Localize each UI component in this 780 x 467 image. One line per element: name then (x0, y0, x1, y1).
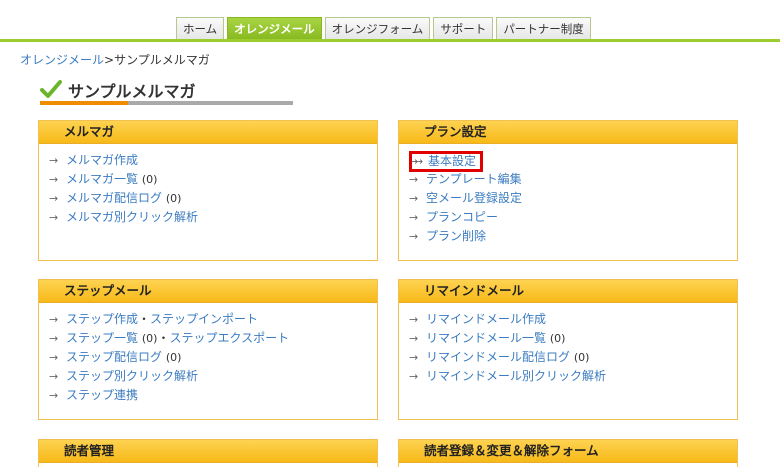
link-mailmag-list[interactable]: メルマガ一覧 (66, 172, 138, 186)
panel-forms-title: 読者登録＆変更＆解除フォーム (399, 440, 737, 463)
link-remind-click[interactable]: リマインドメール別クリック解析 (426, 369, 606, 383)
breadcrumb-current: サンプルメルマガ (114, 53, 210, 67)
list-item: → メルマガ一覧 (0) (49, 170, 377, 189)
tab-orange-form[interactable]: オレンジフォーム (324, 17, 431, 40)
list-item: → ステップ配信ログ (0) (49, 348, 377, 367)
list-item: → プランコピー (409, 208, 737, 227)
link-step-click[interactable]: ステップ別クリック解析 (66, 369, 198, 383)
link-remind-list[interactable]: リマインドメール一覧 (426, 331, 546, 345)
tab-home[interactable]: ホーム (176, 17, 225, 40)
arrow-icon: → (409, 173, 419, 186)
link-plan-delete[interactable]: プラン削除 (426, 229, 486, 243)
list-item: → プラン削除 (409, 227, 737, 246)
link-mailmag-log[interactable]: メルマガ配信ログ (66, 191, 162, 205)
list-item: → ステップ一覧 (0)・ステップエクスポート (49, 329, 377, 348)
breadcrumb: オレンジメール>サンプルメルマガ (20, 51, 210, 68)
nav-underline (0, 39, 780, 42)
nav-tabs: ホーム オレンジメール オレンジフォーム サポート パートナー制度 (176, 17, 591, 40)
arrow-icon: → (409, 370, 419, 383)
list-item: → ステップ別クリック解析 (49, 367, 377, 386)
arrow-icon: → (49, 313, 59, 326)
link-step-link[interactable]: ステップ連携 (66, 388, 138, 402)
list-item: → 空メール登録設定 (409, 189, 737, 208)
separator: ・ (157, 331, 170, 345)
link-mailmag-click[interactable]: メルマガ別クリック解析 (66, 210, 198, 224)
link-step-log[interactable]: ステップ配信ログ (66, 350, 162, 364)
link-plan-basic-settings[interactable]: 基本設定 (428, 154, 476, 168)
panel-mailmag-title: メルマガ (39, 121, 377, 144)
list-item: → メルマガ別クリック解析 (49, 208, 377, 227)
arrow-icon: → (409, 211, 419, 224)
panel-remind-title: リマインドメール (399, 280, 737, 303)
panel-plan: プラン設定 →→ 基本設定 → テンプレート編集 → 空メール登録設定 → プランコピー… (398, 120, 738, 261)
panel-forms: 読者登録＆変更＆解除フォーム (398, 439, 738, 467)
breadcrumb-root-link[interactable]: オレンジメール (20, 53, 104, 67)
arrow-icon: → (49, 332, 59, 345)
arrow-icon: → (49, 192, 59, 205)
arrow-icon: → (49, 351, 59, 364)
arrow-icon: → (49, 370, 59, 383)
arrow-icon: → (49, 389, 59, 402)
count-badge: (0) (165, 192, 182, 205)
panel-mailmag: メルマガ → メルマガ作成 → メルマガ一覧 (0) → メルマガ配信ログ (0) →… (38, 120, 378, 261)
list-item: → リマインドメール作成 (409, 310, 737, 329)
link-step-list[interactable]: ステップ一覧 (66, 331, 138, 345)
panel-remind: リマインドメール → リマインドメール作成 → リマインドメール一覧 (0) → リマ… (398, 279, 738, 420)
link-remind-log[interactable]: リマインドメール配信ログ (426, 350, 570, 364)
link-plan-empty-mail[interactable]: 空メール登録設定 (426, 191, 522, 205)
count-badge: (0) (549, 332, 566, 345)
arrow-icon: → (409, 313, 419, 326)
count-badge: (0) (573, 351, 590, 364)
title-underline-accent (40, 101, 128, 105)
panel-step-title: ステップメール (39, 280, 377, 303)
arrow-icon: → (49, 173, 59, 186)
count-badge: (0) (141, 332, 158, 345)
link-mailmag-create[interactable]: メルマガ作成 (66, 153, 138, 167)
panel-readers: 読者管理 (38, 439, 378, 467)
tab-partner[interactable]: パートナー制度 (496, 17, 591, 40)
link-step-import[interactable]: ステップインポート (150, 312, 258, 326)
title-underline (128, 101, 293, 105)
tab-support[interactable]: サポート (433, 17, 494, 40)
separator: ・ (138, 312, 151, 326)
arrow-icon: → (414, 155, 424, 168)
tab-orange-mail[interactable]: オレンジメール (227, 17, 322, 40)
arrow-icon: → (49, 154, 59, 167)
panel-plan-title: プラン設定 (399, 121, 737, 144)
list-item: → ステップ連携 (49, 386, 377, 405)
arrow-icon: → (409, 192, 419, 205)
count-badge: (0) (165, 351, 182, 364)
link-step-create[interactable]: ステップ作成 (66, 312, 138, 326)
arrow-icon: → (409, 351, 419, 364)
highlight-box: → 基本設定 (409, 151, 484, 172)
panel-readers-title: 読者管理 (39, 440, 377, 463)
list-item: → リマインドメール別クリック解析 (409, 367, 737, 386)
list-item: → リマインドメール配信ログ (0) (409, 348, 737, 367)
checkmark-icon (40, 80, 62, 98)
arrow-icon: → (409, 332, 419, 345)
list-item: → メルマガ作成 (49, 151, 377, 170)
page-title: サンプルメルマガ (68, 82, 196, 101)
list-item: → テンプレート編集 (409, 170, 737, 189)
list-item: →→ 基本設定 (409, 151, 737, 172)
count-badge: (0) (141, 173, 158, 186)
list-item: → リマインドメール一覧 (0) (409, 329, 737, 348)
link-step-export[interactable]: ステップエクスポート (169, 331, 289, 345)
link-remind-create[interactable]: リマインドメール作成 (426, 312, 546, 326)
panel-step: ステップメール → ステップ作成・ステップインポート → ステップ一覧 (0)・ステ… (38, 279, 378, 420)
page-title-block: サンプルメルマガ (40, 78, 293, 105)
list-item: → ステップ作成・ステップインポート (49, 310, 377, 329)
arrow-icon: → (49, 211, 59, 224)
link-plan-template[interactable]: テンプレート編集 (426, 172, 522, 186)
list-item: → メルマガ配信ログ (0) (49, 189, 377, 208)
breadcrumb-separator: > (104, 53, 115, 67)
arrow-icon: → (409, 230, 419, 243)
link-plan-copy[interactable]: プランコピー (426, 210, 498, 224)
top-navigation: ホーム オレンジメール オレンジフォーム サポート パートナー制度 (0, 17, 780, 43)
